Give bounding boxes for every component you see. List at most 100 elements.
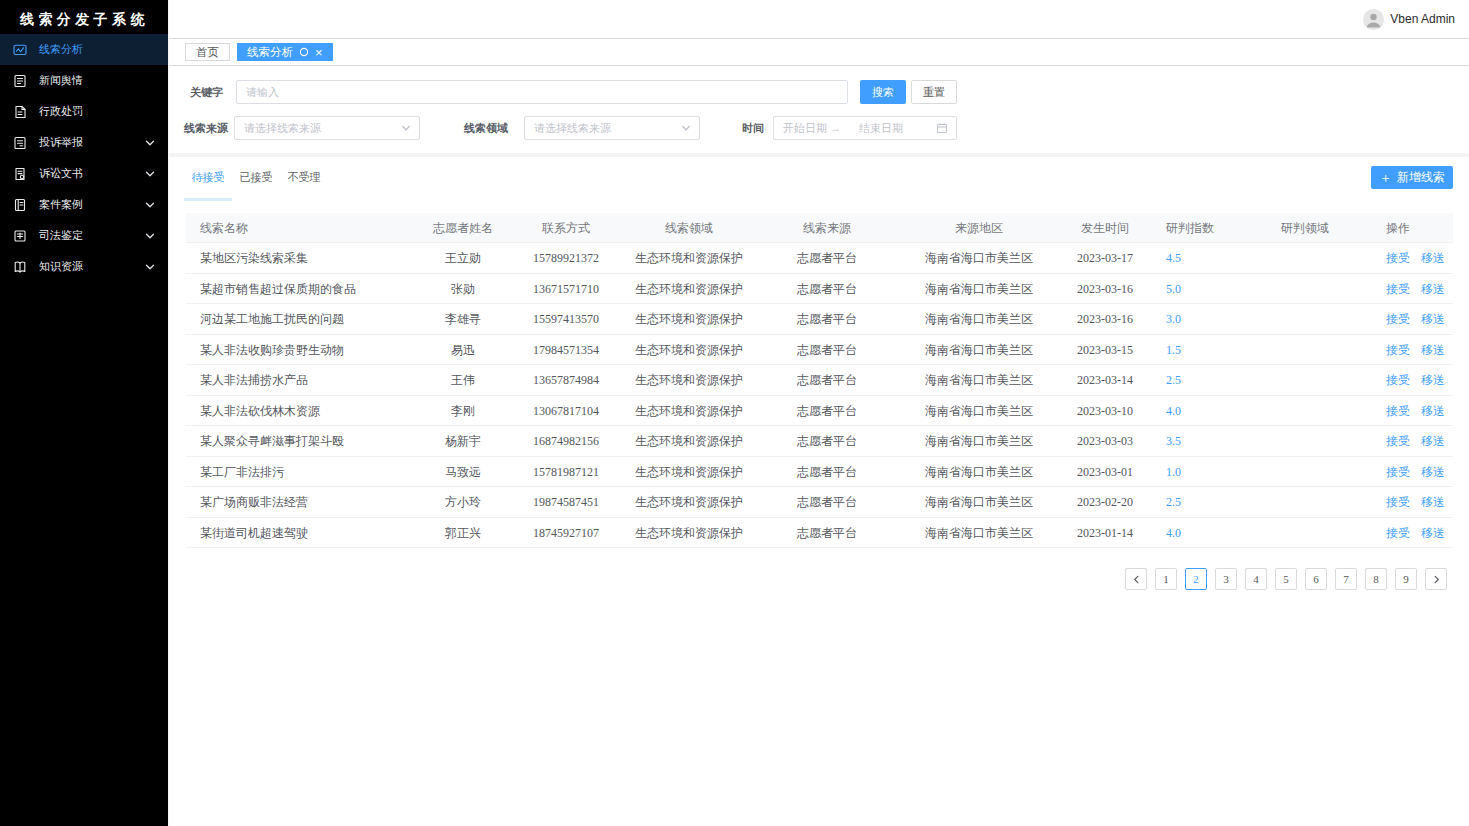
cell-judge_domain <box>1240 365 1370 395</box>
top-header: Vben Admin <box>169 0 1469 39</box>
cell-actions: 接受移送 <box>1370 487 1453 517</box>
accept-link[interactable]: 接受 <box>1386 465 1410 479</box>
cell-index: 1.0 <box>1150 457 1240 487</box>
sidebar: 线索分发子系统 线索分析新闻舆情行政处罚投诉举报诉讼文书案件案例司法鉴定知识资源 <box>0 0 169 826</box>
page-next-button[interactable] <box>1425 568 1447 590</box>
sidebar-item-5[interactable]: 诉讼文书 <box>0 158 168 189</box>
cell-domain: 生态环境和资源保护 <box>622 426 756 456</box>
page-prev-button[interactable] <box>1125 568 1147 590</box>
end-date-placeholder: 结束日期 <box>859 121 906 136</box>
page-button-6[interactable]: 6 <box>1305 568 1327 590</box>
cell-source: 志愿者平台 <box>756 396 898 426</box>
cell-volunteer: 张勋 <box>416 274 510 304</box>
cell-phone: 19874587451 <box>510 487 622 517</box>
transfer-link[interactable]: 移送 <box>1421 434 1445 448</box>
column-header-index: 研判指数 <box>1150 213 1240 242</box>
page-button-5[interactable]: 5 <box>1275 568 1297 590</box>
column-header-volunteer: 志愿者姓名 <box>416 213 510 242</box>
transfer-link[interactable]: 移送 <box>1421 526 1445 540</box>
page-button-8[interactable]: 8 <box>1365 568 1387 590</box>
cell-region: 海南省海口市美兰区 <box>898 457 1060 487</box>
cell-domain: 生态环境和资源保护 <box>622 518 756 548</box>
sidebar-item-label: 新闻舆情 <box>39 73 155 88</box>
cell-actions: 接受移送 <box>1370 396 1453 426</box>
page-button-4[interactable]: 4 <box>1245 568 1267 590</box>
cell-domain: 生态环境和资源保护 <box>622 304 756 334</box>
sidebar-item-7[interactable]: 司法鉴定 <box>0 220 168 251</box>
status-tab-3[interactable]: 不受理 <box>280 161 328 194</box>
cell-volunteer: 郭正兴 <box>416 518 510 548</box>
cell-name: 某人非法砍伐林木资源 <box>186 396 416 426</box>
clue-source-select[interactable]: 请选择线索来源 <box>234 116 420 140</box>
clue-domain-placeholder: 请选择线索来源 <box>534 121 681 136</box>
cell-judge_domain <box>1240 396 1370 426</box>
close-icon[interactable]: × <box>315 46 323 59</box>
transfer-link[interactable]: 移送 <box>1421 282 1445 296</box>
transfer-link[interactable]: 移送 <box>1421 495 1445 509</box>
accept-link[interactable]: 接受 <box>1386 282 1410 296</box>
page-button-3[interactable]: 3 <box>1215 568 1237 590</box>
table-row: 某人非法收购珍贵野生动物易迅17984571354生态环境和资源保护志愿者平台海… <box>186 335 1453 366</box>
transfer-link[interactable]: 移送 <box>1421 312 1445 326</box>
search-button[interactable]: 搜索 <box>860 80 906 104</box>
cell-judge_domain <box>1240 304 1370 334</box>
filter-panel: 关键字 搜索 重置 线索来源 请选择线索来源 线索领域 请选择线索来源 时间 开… <box>169 66 1469 153</box>
clue-domain-label: 线索领域 <box>464 116 508 140</box>
sidebar-item-8[interactable]: 知识资源 <box>0 251 168 282</box>
cell-date: 2023-01-14 <box>1060 518 1150 548</box>
add-clue-button[interactable]: ＋ 新增线索 <box>1371 166 1453 189</box>
sidebar-item-4[interactable]: 投诉举报 <box>0 127 168 158</box>
cell-actions: 接受移送 <box>1370 335 1453 365</box>
transfer-link[interactable]: 移送 <box>1421 251 1445 265</box>
status-tab-1[interactable]: 待接受 <box>184 161 232 194</box>
accept-link[interactable]: 接受 <box>1386 373 1410 387</box>
accept-link[interactable]: 接受 <box>1386 404 1410 418</box>
accept-link[interactable]: 接受 <box>1386 343 1410 357</box>
accept-link[interactable]: 接受 <box>1386 495 1410 509</box>
page-button-1[interactable]: 1 <box>1155 568 1177 590</box>
status-tab-2[interactable]: 已接受 <box>232 161 280 194</box>
accept-link[interactable]: 接受 <box>1386 251 1410 265</box>
cell-index: 4.0 <box>1150 518 1240 548</box>
tab-clue-analysis[interactable]: 线索分析 × <box>237 43 333 61</box>
cell-index: 5.0 <box>1150 274 1240 304</box>
cell-domain: 生态环境和资源保护 <box>622 335 756 365</box>
accept-link[interactable]: 接受 <box>1386 526 1410 540</box>
cell-name: 某地区污染线索采集 <box>186 243 416 273</box>
user-menu[interactable]: Vben Admin <box>1363 9 1455 30</box>
refresh-icon[interactable] <box>299 47 309 57</box>
reset-button[interactable]: 重置 <box>911 80 957 104</box>
sidebar-item-2[interactable]: 新闻舆情 <box>0 65 168 96</box>
accept-link[interactable]: 接受 <box>1386 434 1410 448</box>
cell-phone: 17984571354 <box>510 335 622 365</box>
transfer-link[interactable]: 移送 <box>1421 465 1445 479</box>
cell-judge_domain <box>1240 487 1370 517</box>
column-header-region: 来源地区 <box>898 213 1060 242</box>
cell-name: 河边某工地施工扰民的问题 <box>186 304 416 334</box>
column-header-source: 线索来源 <box>756 213 898 242</box>
keyword-input[interactable] <box>236 80 848 104</box>
cell-judge_domain <box>1240 243 1370 273</box>
table-row: 某人非法砍伐林木资源李刚13067817104生态环境和资源保护志愿者平台海南省… <box>186 396 1453 427</box>
page-button-9[interactable]: 9 <box>1395 568 1417 590</box>
chevron-down-icon <box>401 123 411 133</box>
sidebar-item-1[interactable]: 线索分析 <box>0 34 168 65</box>
column-header-name: 线索名称 <box>186 213 416 242</box>
transfer-link[interactable]: 移送 <box>1421 373 1445 387</box>
clue-source-label: 线索来源 <box>184 116 228 140</box>
tab-home[interactable]: 首页 <box>185 43 230 61</box>
page-button-2[interactable]: 2 <box>1185 568 1207 590</box>
cell-name: 某人非法捕捞水产品 <box>186 365 416 395</box>
clue-table: 线索名称志愿者姓名联系方式线索领域线索来源来源地区发生时间研判指数研判领域操作某… <box>186 213 1453 548</box>
date-range-picker[interactable]: 开始日期 → 结束日期 <box>773 116 957 140</box>
sidebar-item-3[interactable]: 行政处罚 <box>0 96 168 127</box>
accept-link[interactable]: 接受 <box>1386 312 1410 326</box>
table-row: 某工厂非法排污马致远15781987121生态环境和资源保护志愿者平台海南省海口… <box>186 457 1453 488</box>
transfer-link[interactable]: 移送 <box>1421 404 1445 418</box>
page-button-7[interactable]: 7 <box>1335 568 1357 590</box>
cell-source: 志愿者平台 <box>756 274 898 304</box>
knowledge-icon <box>13 259 28 274</box>
transfer-link[interactable]: 移送 <box>1421 343 1445 357</box>
sidebar-item-6[interactable]: 案件案例 <box>0 189 168 220</box>
clue-domain-select[interactable]: 请选择线索来源 <box>524 116 700 140</box>
